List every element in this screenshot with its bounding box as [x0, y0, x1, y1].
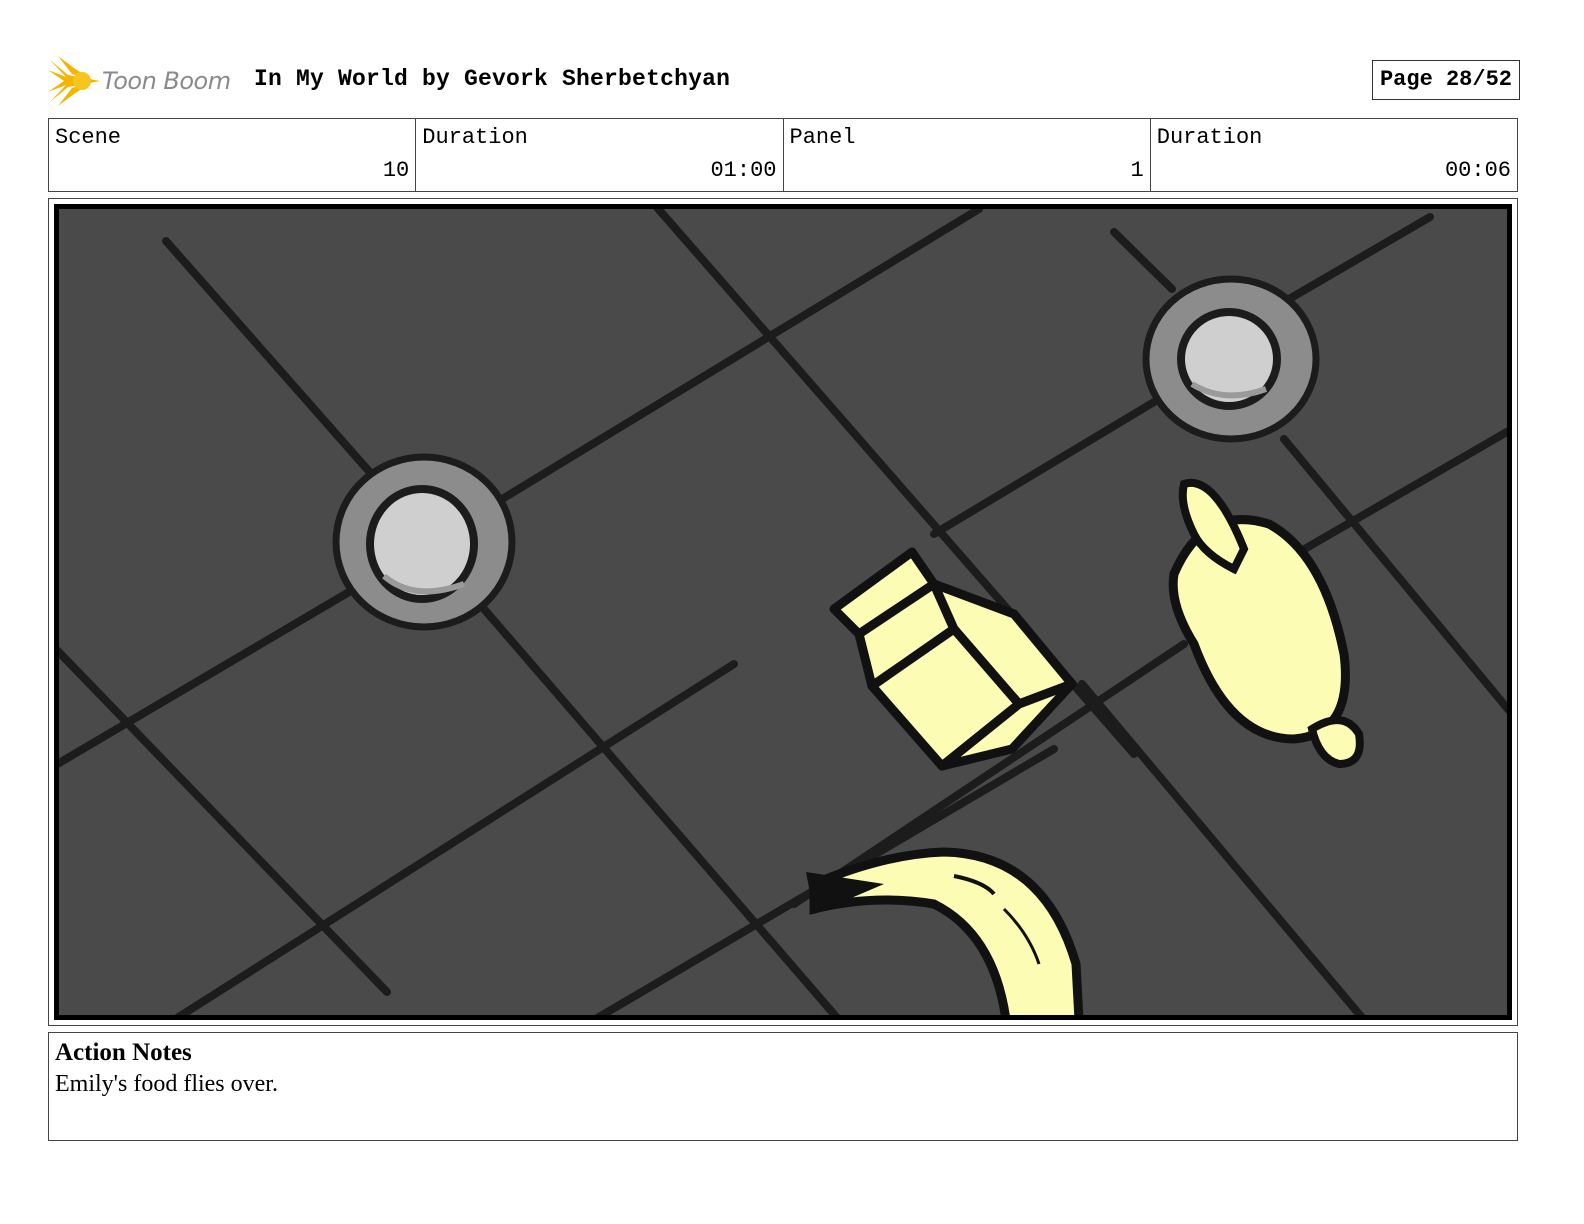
- panel-label: Panel: [789, 125, 856, 150]
- storyboard-drawing: [54, 204, 1512, 1020]
- panel-duration-cell: Duration 00:06: [1151, 119, 1517, 191]
- scene-duration-cell: Duration 01:00: [416, 119, 784, 191]
- burst-star-icon: [48, 56, 100, 106]
- scene-info-table: Scene 10 Duration 01:00 Panel 1 Duration…: [48, 118, 1518, 192]
- left-plate: [332, 453, 516, 631]
- right-plate: [1142, 275, 1320, 443]
- action-notes-title: Action Notes: [55, 1039, 192, 1066]
- scene-value: 10: [382, 158, 410, 183]
- scene-duration-label: Duration: [422, 125, 528, 150]
- scene-label: Scene: [55, 125, 122, 150]
- toon-boom-logo: Toon Boom: [48, 56, 231, 106]
- scene-cell: Scene 10: [49, 119, 417, 191]
- scene-duration-value: 01:00: [710, 158, 777, 183]
- logo-text: Toon Boom: [102, 67, 231, 95]
- panel-duration-label: Duration: [1156, 125, 1263, 150]
- panel-value: 1: [1130, 158, 1144, 183]
- action-notes: Action Notes Emily's food flies over.: [48, 1032, 1518, 1141]
- action-notes-text: Emily's food flies over.: [55, 1071, 278, 1097]
- document-title: In My World by Gevork Sherbetchyan: [254, 66, 731, 92]
- panel-cell: Panel 1: [784, 119, 1151, 191]
- storyboard-panel-frame: [48, 198, 1518, 1026]
- page-header: Toon Boom In My World by Gevork Sherbetc…: [48, 56, 1520, 106]
- page-number: Page 28/52: [1371, 60, 1520, 100]
- panel-duration-value: 00:06: [1444, 158, 1511, 183]
